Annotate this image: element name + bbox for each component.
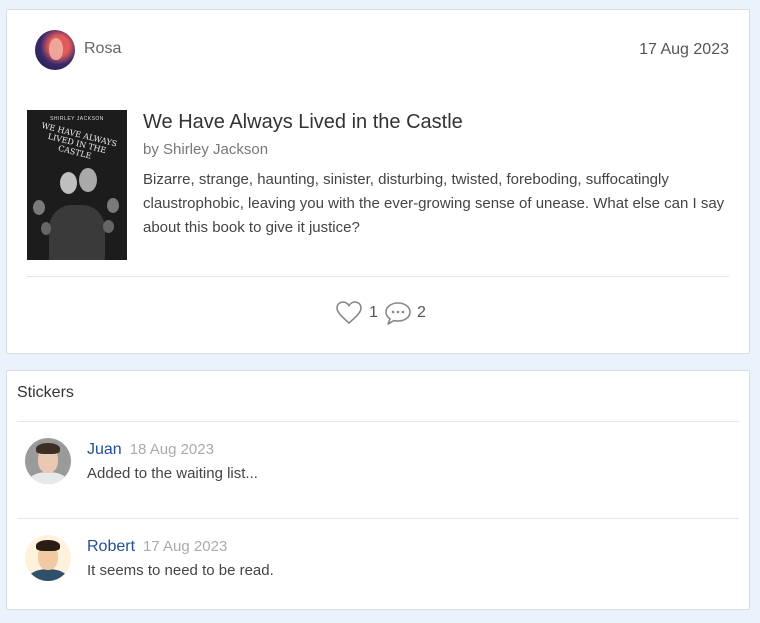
sticker-date: 17 Aug 2023 xyxy=(143,538,228,555)
comment-icon[interactable] xyxy=(383,300,413,326)
sticker-text: Added to the waiting list... xyxy=(87,465,258,482)
stickers-card: Stickers Juan 18 Aug 2023 Added to the wa… xyxy=(6,370,750,610)
sticker-author: Robert 17 Aug 2023 xyxy=(87,538,227,556)
sticker-avatar-juan[interactable] xyxy=(25,438,71,484)
sticker-name[interactable]: Robert xyxy=(87,538,135,555)
avatar-shoulders xyxy=(28,569,68,581)
avatar-hair xyxy=(36,443,60,454)
stickers-header: Stickers xyxy=(17,384,74,401)
cover-crowd-3 xyxy=(41,222,51,235)
sticker-avatar-robert[interactable] xyxy=(25,535,71,581)
sticker-text: It seems to need to be read. xyxy=(87,562,274,579)
book-title[interactable]: We Have Always Lived in the Castle xyxy=(143,111,463,134)
stickers-divider xyxy=(17,421,739,422)
cover-crowd-1 xyxy=(33,200,45,215)
cover-figure-body xyxy=(49,205,105,260)
review-text: Bizarre, strange, haunting, sinister, di… xyxy=(143,171,725,236)
like-count: 1 xyxy=(369,304,378,321)
sticker-author: Juan 18 Aug 2023 xyxy=(87,441,214,459)
heart-icon[interactable] xyxy=(335,300,363,326)
avatar-hair xyxy=(36,540,60,551)
poster-name[interactable]: Rosa xyxy=(84,40,121,58)
post-divider xyxy=(27,276,729,277)
comment-count: 2 xyxy=(417,304,426,321)
post-date: 17 Aug 2023 xyxy=(639,41,729,58)
avatar-shoulders xyxy=(28,472,68,484)
book-cover[interactable]: SHIRLEY JACKSON WE HAVE ALWAYS LIVED IN … xyxy=(27,110,127,260)
book-author[interactable]: by Shirley Jackson xyxy=(143,141,268,158)
sticker-date: 18 Aug 2023 xyxy=(129,441,214,458)
cover-crowd-2 xyxy=(107,198,119,213)
post-card: Rosa 17 Aug 2023 SHIRLEY JACKSON WE HAVE… xyxy=(6,9,750,354)
sticker-divider xyxy=(17,518,739,519)
cover-figure-head-right xyxy=(79,168,97,192)
cover-title: WE HAVE ALWAYS LIVED IN THE CASTLE xyxy=(40,121,118,161)
cover-crowd-4 xyxy=(103,220,114,233)
sticker-name[interactable]: Juan xyxy=(87,441,122,458)
cover-figure-head-left xyxy=(60,172,77,194)
poster-avatar[interactable] xyxy=(35,30,75,70)
